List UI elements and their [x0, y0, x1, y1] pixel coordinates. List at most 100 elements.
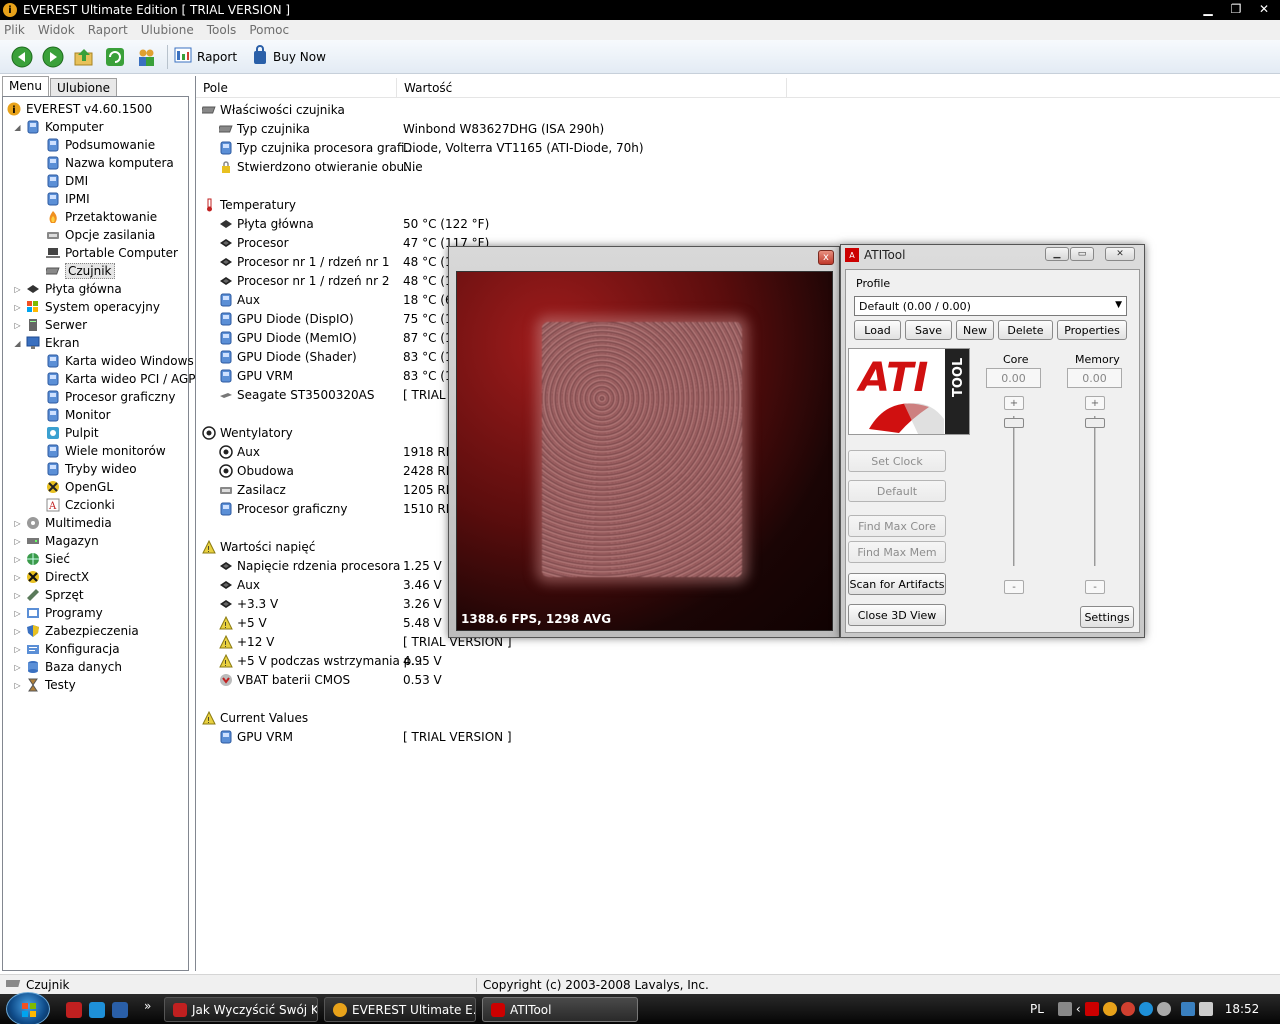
quicklaunch-skype-icon[interactable]: [89, 1002, 105, 1018]
refresh-icon[interactable]: [103, 45, 127, 69]
menu-widok[interactable]: Widok: [38, 23, 75, 37]
volume-icon[interactable]: [1198, 1002, 1213, 1016]
tree-item[interactable]: ▷ Konfiguracja: [13, 640, 119, 658]
tree-expander-icon[interactable]: ▷: [13, 591, 22, 600]
tree-item[interactable]: ◢ Ekran: [13, 334, 79, 352]
language-indicator[interactable]: PL: [1030, 1002, 1044, 1016]
tray-atitool-icon[interactable]: [1084, 1002, 1099, 1016]
memory-slider-thumb[interactable]: [1085, 418, 1105, 428]
list-row[interactable]: Stwierdzono otwieranie obu... Nie: [196, 157, 1280, 176]
tree-expander-icon[interactable]: ▷: [13, 573, 22, 582]
tree-item[interactable]: Wiele monitorów: [33, 442, 166, 460]
core-clock-field[interactable]: 0.00: [986, 368, 1041, 388]
tree-item[interactable]: Karta wideo Windows: [33, 352, 194, 370]
tree-item[interactable]: ▷ Programy: [13, 604, 102, 622]
tree-expander-icon[interactable]: ▷: [13, 609, 22, 618]
tree-item[interactable]: Tryby wideo: [33, 460, 137, 478]
tree-expander-icon[interactable]: ▷: [13, 285, 22, 294]
tree-expander-icon[interactable]: ▷: [13, 321, 22, 330]
tree-expander-icon[interactable]: ▷: [13, 627, 22, 636]
list-row[interactable]: ! +5 V podczas wstrzymania p... 4.95 V: [196, 651, 1280, 670]
quicklaunch-word-icon[interactable]: [112, 1002, 128, 1018]
tree-item[interactable]: ▷ System operacyjny: [13, 298, 160, 316]
atitool-minimize-button[interactable]: ▁: [1045, 247, 1069, 261]
tree-item[interactable]: Opcje zasilania: [33, 226, 155, 244]
task-everest[interactable]: EVEREST Ultimate E...: [324, 997, 476, 1022]
quicklaunch-opera-icon[interactable]: [66, 1002, 82, 1018]
tab-menu[interactable]: Menu: [2, 76, 49, 97]
start-button[interactable]: [6, 992, 50, 1024]
save-button[interactable]: Save: [905, 320, 952, 340]
tree-item[interactable]: Karta wideo PCI / AGP: [33, 370, 195, 388]
core-slider-thumb[interactable]: [1004, 418, 1024, 428]
tree-item[interactable]: Czujnik: [33, 262, 115, 280]
close-3d-view-button[interactable]: Close 3D View: [848, 604, 946, 626]
tree-item[interactable]: ▷ Sprzęt: [13, 586, 83, 604]
tree-expander-icon[interactable]: ▷: [13, 555, 22, 564]
core-slider-track[interactable]: [1013, 416, 1015, 566]
report-button[interactable]: Raport: [173, 45, 237, 68]
list-row[interactable]: Płyta główna 50 °C (122 °F): [196, 214, 1280, 233]
close-3d-view-icon[interactable]: x: [818, 250, 834, 265]
list-group-header[interactable]: ! Current Values: [196, 708, 1280, 727]
tree-item[interactable]: ▷ Magazyn: [13, 532, 98, 550]
buy-now-button[interactable]: Buy Now: [251, 45, 326, 68]
core-plus-button[interactable]: +: [1004, 396, 1024, 410]
delete-button[interactable]: Delete: [998, 320, 1053, 340]
tree-expander-icon[interactable]: ▷: [13, 681, 22, 690]
menu-raport[interactable]: Raport: [88, 23, 128, 37]
tray-disc-icon[interactable]: [1156, 1002, 1171, 1016]
tray-chevron-icon[interactable]: ‹: [1076, 1002, 1081, 1016]
set-clock-button[interactable]: Set Clock: [848, 450, 946, 472]
tree-item[interactable]: IPMI: [33, 190, 90, 208]
close-button[interactable]: ✕: [1252, 1, 1276, 17]
task-atitool[interactable]: ATITool: [482, 997, 638, 1022]
tree-item[interactable]: Procesor graficzny: [33, 388, 175, 406]
menu-tools[interactable]: Tools: [207, 23, 237, 37]
tree-item[interactable]: i EVEREST v4.60.1500: [7, 100, 152, 118]
tree-item[interactable]: Podsumowanie: [33, 136, 155, 154]
column-header-value[interactable]: Wartość: [397, 78, 787, 98]
clock[interactable]: 18:52: [1225, 1002, 1260, 1016]
tree-expander-icon[interactable]: ◢: [13, 123, 22, 132]
tree-expander-icon[interactable]: ▷: [13, 537, 22, 546]
users-icon[interactable]: [134, 45, 158, 69]
memory-plus-button[interactable]: +: [1085, 396, 1105, 410]
tree-item[interactable]: ▷ Serwer: [13, 316, 87, 334]
tree-item[interactable]: Monitor: [33, 406, 111, 424]
list-row[interactable]: GPU VRM [ TRIAL VERSION ]: [196, 727, 1280, 746]
tree-expander-icon[interactable]: ▷: [13, 303, 22, 312]
menu-pomoc[interactable]: Pomoc: [249, 23, 289, 37]
list-group-header[interactable]: Właściwości czujnika: [196, 100, 1280, 119]
tree-expander-icon[interactable]: ◢: [13, 339, 22, 348]
tree-item[interactable]: DMI: [33, 172, 88, 190]
menu-plik[interactable]: Plik: [4, 23, 25, 37]
tree-item[interactable]: A Czcionki: [33, 496, 115, 514]
forward-arrow-icon[interactable]: [41, 45, 65, 69]
tree-expander-icon[interactable]: ▷: [13, 663, 22, 672]
tree-item[interactable]: Przetaktowanie: [33, 208, 157, 226]
scan-artifacts-button[interactable]: Scan for Artifacts: [848, 573, 946, 595]
list-row[interactable]: Typ czujnika Winbond W83627DHG (ISA 290h): [196, 119, 1280, 138]
minimize-button[interactable]: ▁: [1196, 1, 1220, 17]
tree-expander-icon[interactable]: ▷: [13, 645, 22, 654]
up-folder-icon[interactable]: [72, 45, 96, 69]
tree-item[interactable]: ▷ Zabezpieczenia: [13, 622, 138, 640]
atitool-close-button[interactable]: ✕: [1105, 247, 1135, 261]
load-button[interactable]: Load: [854, 320, 901, 340]
column-header-field[interactable]: Pole: [196, 78, 397, 98]
find-max-core-button[interactable]: Find Max Core: [848, 515, 946, 537]
tree-item[interactable]: ▷ Testy: [13, 676, 75, 694]
properties-button[interactable]: Properties: [1057, 320, 1127, 340]
tree-item[interactable]: ▷ Płyta główna: [13, 280, 121, 298]
tree-item[interactable]: Pulpit: [33, 424, 99, 442]
tree-item[interactable]: ▷ Multimedia: [13, 514, 111, 532]
new-button[interactable]: New: [956, 320, 994, 340]
tree-item[interactable]: ▷ DirectX: [13, 568, 89, 586]
tree-item[interactable]: Nazwa komputera: [33, 154, 174, 172]
navigation-tree[interactable]: i EVEREST v4.60.1500 ◢ Komputer Podsumowanie…: [2, 96, 195, 971]
quicklaunch-overflow[interactable]: »: [144, 999, 151, 1013]
tree-item[interactable]: ▷ Baza danych: [13, 658, 122, 676]
profile-dropdown[interactable]: Default (0.00 / 0.00) ▼: [854, 296, 1127, 316]
tree-expander-icon[interactable]: ▷: [13, 519, 22, 528]
